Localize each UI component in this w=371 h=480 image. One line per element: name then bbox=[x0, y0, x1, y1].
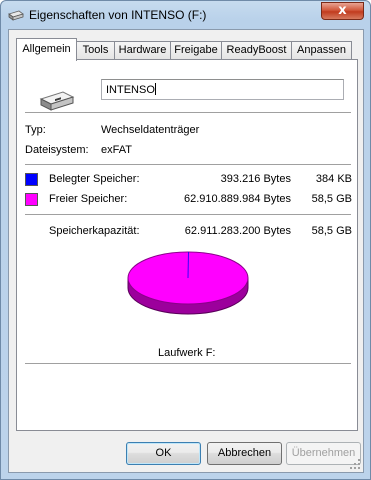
capacity-label: Speicherkapazität: bbox=[49, 225, 140, 237]
separator bbox=[25, 363, 351, 365]
tab-readyboost[interactable]: ReadyBoost bbox=[221, 41, 292, 60]
free-space-short: 58,5 GB bbox=[311, 193, 352, 205]
tab-label: Anpassen bbox=[297, 44, 346, 56]
free-space-swatch bbox=[25, 193, 38, 206]
title-bar[interactable]: Eigenschaften von INTENSO (F:) x bbox=[1, 1, 370, 29]
used-space-swatch bbox=[25, 173, 38, 186]
drive-name-value: INTENSO bbox=[106, 84, 155, 96]
tab-label: Allgemein bbox=[22, 43, 71, 55]
filesystem-value: exFAT bbox=[101, 144, 132, 156]
removable-drive-icon bbox=[39, 91, 75, 111]
separator bbox=[25, 214, 351, 216]
close-icon: x bbox=[338, 3, 347, 18]
filesystem-label: Dateisystem: bbox=[25, 144, 89, 156]
window-title: Eigenschaften von INTENSO (F:) bbox=[29, 8, 207, 22]
tab-tools[interactable]: Tools bbox=[76, 41, 115, 60]
cancel-button[interactable]: Abbrechen bbox=[207, 442, 282, 465]
close-button[interactable]: x bbox=[321, 2, 364, 20]
cancel-button-label: Abbrechen bbox=[217, 447, 272, 459]
free-space-bytes: 62.910.889.984 Bytes bbox=[183, 193, 291, 205]
general-tab-panel: INTENSO Typ: Wechseldatenträger Dateisys… bbox=[16, 59, 358, 431]
tab-label: Tools bbox=[82, 44, 109, 56]
drive-icon bbox=[8, 10, 24, 21]
separator bbox=[25, 112, 351, 114]
apply-button-label: Übernehmen bbox=[291, 447, 356, 459]
capacity-short: 58,5 GB bbox=[311, 225, 352, 237]
tab-anpassen[interactable]: Anpassen bbox=[291, 41, 352, 60]
used-space-bytes: 393.216 Bytes bbox=[220, 173, 291, 185]
disk-usage-pie bbox=[127, 251, 249, 315]
separator bbox=[25, 164, 351, 166]
tab-label: Freigabe bbox=[174, 44, 218, 56]
used-space-short: 384 KB bbox=[315, 173, 352, 185]
used-space-label: Belegter Speicher: bbox=[49, 173, 140, 185]
resize-grip-icon[interactable] bbox=[349, 458, 361, 470]
drive-letter-label: Laufwerk F: bbox=[158, 347, 216, 359]
type-label: Typ: bbox=[25, 124, 46, 136]
ok-button-label: OK bbox=[155, 447, 172, 459]
ok-button[interactable]: OK bbox=[126, 442, 201, 465]
tab-label: ReadyBoost bbox=[226, 44, 287, 56]
tab-hardware[interactable]: Hardware bbox=[114, 41, 171, 60]
tab-label: Hardware bbox=[118, 44, 167, 56]
text-caret bbox=[154, 83, 156, 95]
capacity-bytes: 62.911.283.200 Bytes bbox=[184, 225, 291, 237]
tab-allgemein[interactable]: Allgemein bbox=[16, 38, 77, 61]
properties-window: Eigenschaften von INTENSO (F:) x Allgeme… bbox=[0, 0, 371, 480]
drive-name-input[interactable]: INTENSO bbox=[101, 79, 344, 100]
free-space-label: Freier Speicher: bbox=[49, 193, 128, 205]
dialog-client-area: Allgemein Tools Hardware Freigabe ReadyB… bbox=[8, 29, 364, 473]
type-value: Wechseldatenträger bbox=[101, 124, 200, 136]
tab-freigabe[interactable]: Freigabe bbox=[170, 41, 222, 60]
